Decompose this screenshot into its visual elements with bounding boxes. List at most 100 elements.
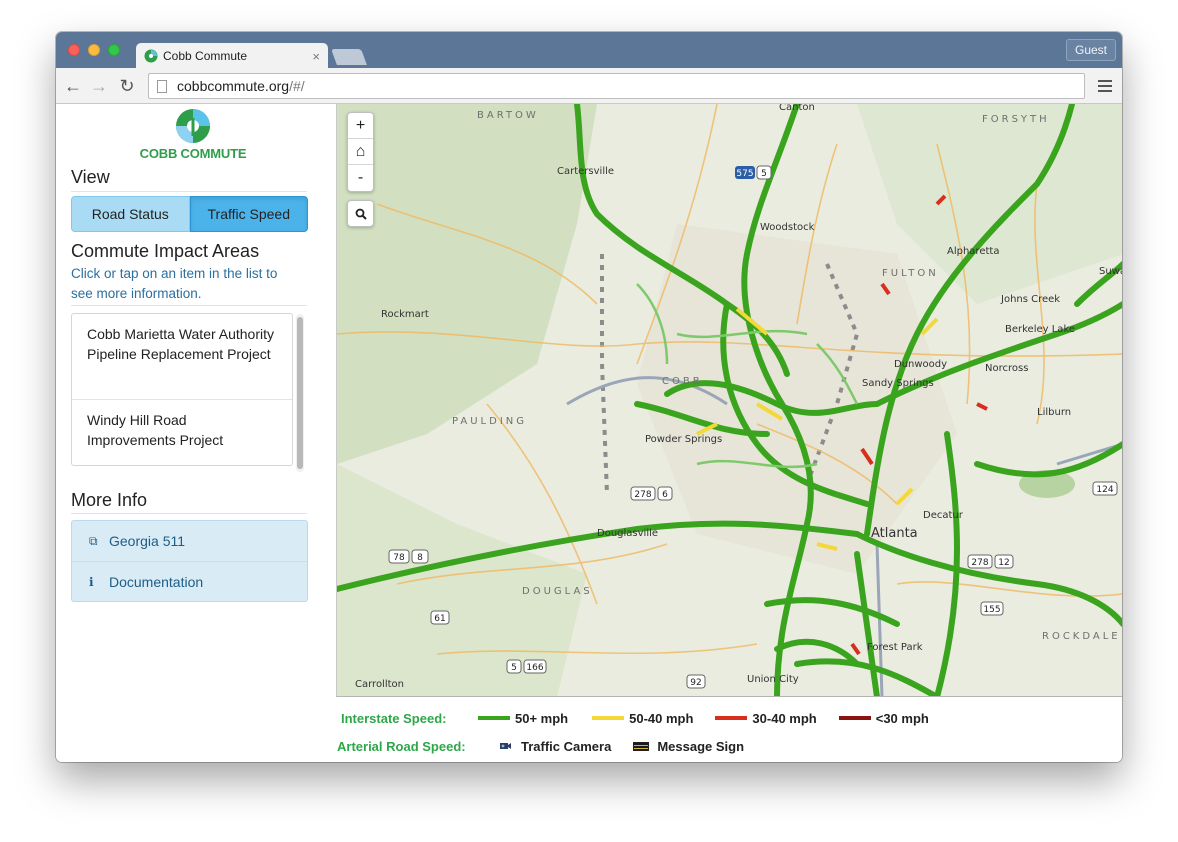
list-scrollbar[interactable] xyxy=(296,314,304,472)
legend-label: 30-40 mph xyxy=(752,710,817,726)
impact-areas-list[interactable]: Cobb Marietta Water Authority Pipeline R… xyxy=(71,313,293,466)
svg-text:Atlanta: Atlanta xyxy=(871,526,918,541)
link-label: Georgia 511 xyxy=(109,533,186,549)
sidebar: COBB COMMUTE View Road Status Traffic Sp… xyxy=(56,104,336,762)
legend-item: Traffic Camera xyxy=(499,739,611,754)
svg-text:Suwa: Suwa xyxy=(1099,266,1122,277)
svg-text:ROCKDALE: ROCKDALE xyxy=(1042,631,1121,642)
hamburger-menu-icon[interactable] xyxy=(1098,77,1112,95)
minimize-window-button[interactable] xyxy=(88,44,100,56)
zoom-out-button[interactable]: - xyxy=(348,165,373,191)
svg-text:6: 6 xyxy=(662,490,668,500)
impact-hint: Click or tap on an item in the list to s… xyxy=(71,266,278,301)
traffic-map[interactable]: BARTOW FORSYTH COBB PAULDING FULTON DOUG… xyxy=(336,104,1122,697)
legend-label: Message Sign xyxy=(657,738,745,754)
legend-label: 50-40 mph xyxy=(629,710,694,726)
traffic-speed-button[interactable]: Traffic Speed xyxy=(189,196,308,232)
info-icon: ℹ xyxy=(89,574,94,589)
page-icon xyxy=(157,79,167,93)
guest-profile-button[interactable]: Guest xyxy=(1065,39,1116,61)
arrow-right-icon[interactable]: → xyxy=(88,75,110,97)
svg-text:Norcross: Norcross xyxy=(985,363,1028,374)
map-canvas[interactable]: BARTOW FORSYTH COBB PAULDING FULTON DOUG… xyxy=(337,104,1122,697)
map-legend: Interstate Speed: 50+ mph 50-40 mph 30-4… xyxy=(336,702,1122,762)
traffic-camera-icon xyxy=(500,743,511,749)
yellow-swatch xyxy=(592,716,625,720)
svg-text:Powder Springs: Powder Springs xyxy=(645,434,722,445)
arterial-legend-row: Arterial Road Speed: Traffic Camera Mess… xyxy=(336,736,744,756)
divider xyxy=(71,513,307,514)
scrollbar-thumb[interactable] xyxy=(297,317,303,469)
svg-text:5: 5 xyxy=(761,169,767,179)
legend-item: 30-40 mph xyxy=(715,710,817,726)
svg-text:8: 8 xyxy=(417,553,423,563)
link-label: Documentation xyxy=(109,573,204,590)
more-info-list: ⧉ Georgia 511 ℹ Documentation xyxy=(71,520,308,602)
address-bar[interactable]: cobbcommute.org/#/ xyxy=(148,73,1085,99)
impact-areas-heading: Commute Impact Areas xyxy=(71,241,260,261)
new-tab-button[interactable] xyxy=(331,49,367,65)
search-icon xyxy=(355,208,367,220)
reload-icon[interactable]: ↻ xyxy=(116,75,138,97)
legend-label: Traffic Camera xyxy=(521,738,612,754)
svg-text:BARTOW: BARTOW xyxy=(477,110,539,121)
arrow-left-icon[interactable]: ← xyxy=(62,75,84,97)
arterial-speed-title: Arterial Road Speed: xyxy=(337,738,466,754)
svg-text:Cartersville: Cartersville xyxy=(557,166,614,177)
list-item[interactable]: Cobb Marietta Water Authority Pipeline R… xyxy=(72,314,292,400)
browser-tab[interactable]: Cobb Commute × xyxy=(136,43,328,69)
divider xyxy=(71,305,307,306)
url-path: /#/ xyxy=(289,78,305,94)
browser-toolbar: ← → ↻ cobbcommute.org/#/ xyxy=(56,68,1122,104)
red-swatch xyxy=(715,716,748,720)
svg-text:Carrollton: Carrollton xyxy=(355,679,404,690)
documentation-link[interactable]: ℹ Documentation xyxy=(72,561,307,601)
legend-item: 50+ mph xyxy=(478,711,568,726)
svg-text:Douglasville: Douglasville xyxy=(597,528,658,539)
external-link-icon: ⧉ xyxy=(89,533,98,548)
map-search-button[interactable] xyxy=(347,200,374,227)
svg-text:12: 12 xyxy=(998,558,1009,568)
svg-text:155: 155 xyxy=(983,605,1000,615)
svg-text:DOUGLAS: DOUGLAS xyxy=(522,586,593,597)
georgia-511-link[interactable]: ⧉ Georgia 511 xyxy=(72,521,307,561)
road-status-button[interactable]: Road Status xyxy=(71,196,190,232)
svg-text:Forest Park: Forest Park xyxy=(867,642,923,653)
svg-text:92: 92 xyxy=(690,678,701,688)
more-info-heading: More Info xyxy=(71,490,148,510)
svg-text:61: 61 xyxy=(434,614,445,624)
divider xyxy=(71,191,307,192)
svg-text:124: 124 xyxy=(1096,485,1113,495)
browser-window: Cobb Commute × Guest ← → ↻ cobbcommute.o… xyxy=(56,32,1122,762)
svg-text:Lilburn: Lilburn xyxy=(1037,407,1071,418)
page-content: COBB COMMUTE View Road Status Traffic Sp… xyxy=(56,104,1122,762)
svg-text:Canton: Canton xyxy=(779,104,815,113)
svg-text:78: 78 xyxy=(393,553,405,563)
url-host: cobbcommute.org xyxy=(177,78,290,94)
svg-text:FORSYTH: FORSYTH xyxy=(982,114,1050,125)
tab-close-icon[interactable]: × xyxy=(312,49,320,64)
zoom-in-button[interactable]: + xyxy=(348,113,373,139)
legend-label: <30 mph xyxy=(875,710,929,726)
svg-text:5: 5 xyxy=(511,663,517,673)
legend-item: 50-40 mph xyxy=(592,711,693,726)
title-bar: Cobb Commute × Guest xyxy=(56,32,1122,69)
logo-mark-icon xyxy=(176,109,210,143)
legend-label: 50+ mph xyxy=(515,710,569,726)
svg-text:575: 575 xyxy=(736,169,753,179)
list-item[interactable]: Windy Hill Road Improvements Project xyxy=(72,400,292,465)
home-icon[interactable]: ⌂ xyxy=(348,139,373,165)
svg-text:Johns Creek: Johns Creek xyxy=(1000,294,1060,305)
svg-text:166: 166 xyxy=(526,663,543,673)
map-zoom-controls: + ⌂ - xyxy=(347,112,374,192)
svg-text:Decatur: Decatur xyxy=(923,510,964,521)
svg-text:Sandy Springs: Sandy Springs xyxy=(862,378,934,389)
interstate-legend-row: Interstate Speed: 50+ mph 50-40 mph 30-4… xyxy=(336,708,929,728)
green-swatch xyxy=(478,716,510,720)
svg-text:278: 278 xyxy=(971,558,988,568)
maximize-window-button[interactable] xyxy=(108,44,120,56)
close-window-button[interactable] xyxy=(68,44,80,56)
svg-text:PAULDING: PAULDING xyxy=(452,416,527,427)
svg-text:Rockmart: Rockmart xyxy=(381,309,429,320)
cobb-commute-logo[interactable]: COBB COMMUTE xyxy=(138,108,248,161)
